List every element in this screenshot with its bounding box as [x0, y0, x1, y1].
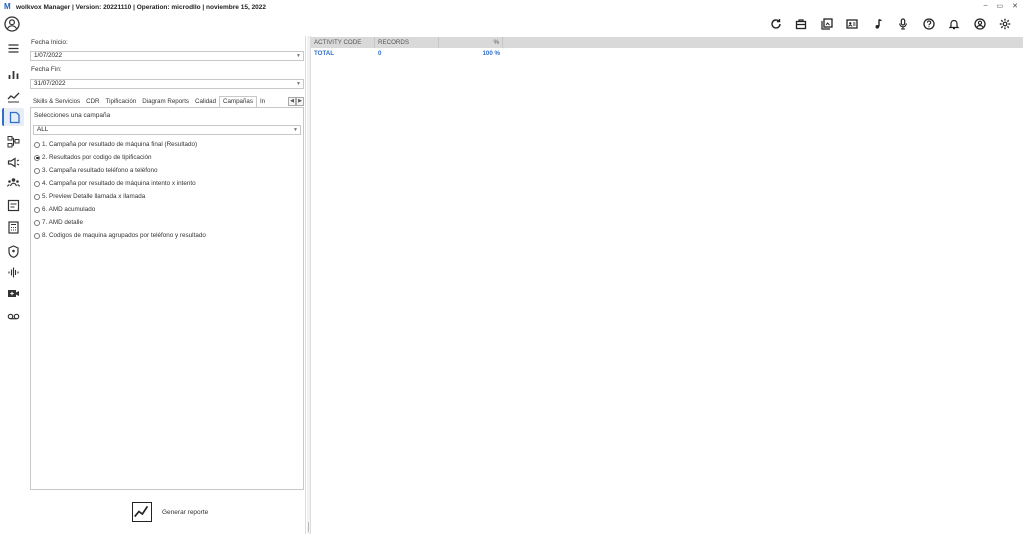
voicemail-icon[interactable] [2, 307, 24, 325]
radio-button[interactable] [34, 154, 40, 161]
report-option[interactable]: 4. Campaña por resultado de máquina inte… [34, 180, 196, 187]
video-call-icon[interactable] [2, 284, 24, 302]
radio-button[interactable] [34, 206, 40, 213]
tab-scroll-controls: ◀ ▶ [288, 97, 304, 106]
flow-icon[interactable] [2, 132, 24, 150]
report-option[interactable]: 2. Resultados por codigo de tipificación [34, 154, 152, 161]
tab-cdr[interactable]: CDR [83, 97, 102, 107]
window-title: wolkvox Manager | Version: 20221110 | Op… [16, 3, 267, 11]
tab-skills-servicios[interactable]: Skills & Servicios [30, 97, 83, 107]
table-row[interactable]: TOTAL 0 100 % [311, 50, 503, 57]
tab-in[interactable]: In [257, 97, 268, 107]
report-option-label: 1. Campaña por resultado de máquina fina… [42, 141, 198, 148]
radio-button[interactable] [34, 193, 40, 200]
report-option[interactable]: 8. Codigos de maquina agrupados por telé… [34, 232, 206, 239]
report-tabs: Skills & Servicios CDR Tipificación Diag… [30, 96, 304, 108]
report-option[interactable]: 1. Campaña por resultado de máquina fina… [34, 141, 197, 148]
fecha-fin-picker[interactable]: 31/07/2022 ▼ [30, 79, 304, 89]
report-option-label: 7. AMD detalle [42, 219, 83, 226]
column-header-records[interactable]: RECORDS [375, 37, 439, 48]
radio-button[interactable] [34, 141, 40, 148]
briefcase-icon[interactable] [789, 16, 815, 32]
chevron-left-icon[interactable]: ◀ [288, 97, 296, 106]
team-icon[interactable] [2, 173, 24, 191]
minimize-button[interactable]: – [984, 2, 988, 10]
user-circle-icon[interactable] [967, 16, 993, 32]
report-option-label: 8. Codigos de maquina agrupados por telé… [42, 232, 206, 239]
top-toolbar [0, 14, 1024, 34]
broadcast-icon[interactable] [2, 153, 24, 171]
trend-icon[interactable] [2, 87, 24, 105]
window-controls: – ▭ ✕ [984, 2, 1018, 10]
campaign-tab-content: Selecciones una campaña ALL ▼ 1. Campaña… [30, 108, 304, 490]
column-header-activity-code[interactable]: ACTIVITY CODE [311, 37, 375, 48]
chevron-down-icon[interactable]: ▼ [296, 80, 301, 88]
report-option-label: 3. Campaña resultado teléfono a teléfono [42, 167, 158, 174]
report-filter-panel: Fecha Inicio: 1/07/2022 ▼ Fecha Fin: 31/… [28, 36, 306, 534]
user-avatar-icon[interactable] [4, 16, 20, 32]
report-option[interactable]: 6. AMD acumulado [34, 206, 95, 213]
fecha-inicio-value: 1/07/2022 [34, 52, 63, 59]
microphone-icon[interactable] [891, 16, 917, 32]
checklist-icon[interactable] [2, 196, 24, 214]
tab-tipificacion[interactable]: Tipificación [103, 97, 140, 107]
shield-icon[interactable] [2, 242, 24, 260]
chevron-down-icon[interactable]: ▼ [296, 52, 301, 60]
fecha-inicio-label: Fecha Inicio: [31, 39, 68, 46]
radio-button[interactable] [34, 167, 40, 174]
bell-icon[interactable] [942, 16, 968, 32]
fecha-fin-value: 31/07/2022 [34, 80, 66, 87]
radio-button[interactable] [34, 180, 40, 187]
tab-diagram-reports[interactable]: Diagram Reports [139, 97, 192, 107]
bar-chart-icon[interactable] [2, 65, 24, 83]
report-option[interactable]: 5. Preview Detalle llamada x llamada [34, 193, 145, 200]
splitter-grip[interactable] [308, 522, 309, 532]
radio-button[interactable] [34, 219, 40, 226]
tab-campanas[interactable]: Campañas [219, 96, 257, 107]
calculator-icon[interactable] [2, 218, 24, 236]
fecha-fin-label: Fecha Fin: [31, 66, 62, 73]
generate-report-button[interactable]: Generar reporte [132, 502, 208, 522]
help-icon[interactable] [916, 16, 942, 32]
fecha-inicio-picker[interactable]: 1/07/2022 ▼ [30, 51, 304, 61]
gallery-icon[interactable] [814, 16, 840, 32]
results-grid: ACTIVITY CODE RECORDS % TOTAL 0 100 % [310, 36, 1023, 534]
left-navigation [0, 36, 26, 536]
report-option-label: 6. AMD acumulado [42, 206, 96, 213]
music-note-icon[interactable] [865, 16, 891, 32]
campaign-label: Selecciones una campaña [34, 112, 111, 119]
report-option-label: 4. Campaña por resultado de máquina inte… [42, 180, 196, 187]
menu-icon[interactable] [2, 39, 24, 57]
restore-button[interactable]: ▭ [997, 2, 1004, 10]
column-header-percent[interactable]: % [439, 37, 503, 48]
cell-percent: 100 % [482, 50, 500, 57]
chevron-right-icon[interactable]: ▶ [296, 97, 304, 106]
report-option-label: 2. Resultados por codigo de tipificación [42, 154, 152, 161]
campaign-select[interactable]: ALL ▼ [33, 125, 301, 135]
contact-card-icon[interactable] [840, 16, 866, 32]
radio-button[interactable] [34, 232, 40, 239]
generate-report-label: Generar reporte [162, 508, 209, 516]
close-button[interactable]: ✕ [1012, 2, 1018, 10]
line-chart-icon[interactable] [132, 502, 152, 522]
audio-wave-icon[interactable] [2, 263, 24, 281]
cell-records: 0 [378, 50, 382, 57]
refresh-icon[interactable] [763, 16, 789, 32]
report-option[interactable]: 3. Campaña resultado teléfono a teléfono [34, 167, 158, 174]
settings-icon[interactable] [993, 16, 1019, 32]
report-option-label: 5. Preview Detalle llamada x llamada [42, 193, 146, 200]
campaign-value: ALL [37, 126, 49, 133]
tab-calidad[interactable]: Calidad [192, 97, 219, 107]
cell-activity-code: TOTAL [314, 50, 335, 57]
title-bar: M wolkvox Manager | Version: 20221110 | … [0, 0, 1024, 14]
grid-header: ACTIVITY CODE RECORDS % [311, 37, 1023, 48]
report-option[interactable]: 7. AMD detalle [34, 219, 83, 226]
report-icon[interactable] [2, 108, 24, 126]
wolkvox-logo-icon: M [4, 2, 11, 11]
chevron-down-icon[interactable]: ▼ [293, 126, 298, 134]
